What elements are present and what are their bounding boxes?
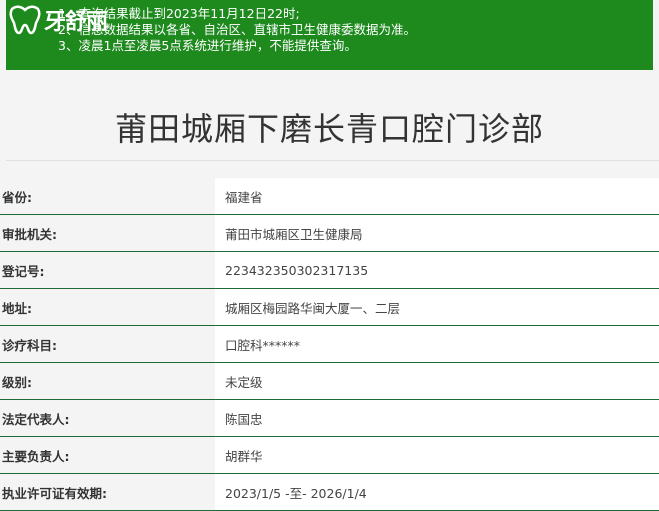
page-title: 莆田城厢下磨长青口腔门诊部 (114, 110, 544, 148)
notice-line-2: 2、信息数据结果以各省、自治区、直辖市卫生健康委数据为准。 (58, 22, 416, 37)
info-value: 2023/1/5 -至- 2026/1/4 (215, 474, 659, 510)
info-row-province: 省份: 福建省 (0, 178, 659, 215)
info-label: 诊疗科目: (0, 326, 215, 362)
tooth-icon (9, 5, 41, 35)
info-row-departments: 诊疗科目: 口腔科****** (0, 326, 659, 363)
info-value: 城厢区梅园路华闽大厦一、二层 (215, 289, 659, 325)
info-label: 审批机关: (0, 215, 215, 251)
info-value: 胡群华 (215, 437, 659, 473)
title-divider (6, 160, 659, 161)
info-row-level: 级别: 未定级 (0, 363, 659, 400)
info-row-principal: 主要负责人: 胡群华 (0, 437, 659, 474)
logo-text: 牙舒丽 (44, 9, 108, 35)
info-row-legal-representative: 法定代表人: 陈国忠 (0, 400, 659, 437)
site-logo[interactable]: 牙舒丽 (8, 3, 108, 37)
info-label: 登记号: (0, 252, 215, 288)
info-label: 级别: (0, 363, 215, 399)
notice-line-1: 1、查询结果截止到2023年11月12日22时; (58, 6, 300, 21)
info-label: 执业许可证有效期: (0, 474, 215, 510)
info-value: 223432350302317135 (215, 252, 659, 288)
info-label: 地址: (0, 289, 215, 325)
info-row-registration-number: 登记号: 223432350302317135 (0, 252, 659, 289)
info-value: 口腔科****** (215, 326, 659, 362)
info-value: 陈国忠 (215, 400, 659, 436)
info-row-approval-authority: 审批机关: 莆田市城厢区卫生健康局 (0, 215, 659, 252)
info-value: 莆田市城厢区卫生健康局 (215, 215, 659, 251)
info-row-address: 地址: 城厢区梅园路华闽大厦一、二层 (0, 289, 659, 326)
info-value: 未定级 (215, 363, 659, 399)
info-label: 省份: (0, 178, 215, 214)
notice-line-3: 3、凌晨1点至凌晨5点系统进行维护，不能提供查询。 (58, 38, 357, 53)
info-label: 法定代表人: (0, 400, 215, 436)
clinic-info-table: 省份: 福建省 审批机关: 莆田市城厢区卫生健康局 登记号: 223432350… (0, 178, 659, 511)
info-row-license-validity: 执业许可证有效期: 2023/1/5 -至- 2026/1/4 (0, 474, 659, 511)
info-value: 福建省 (215, 178, 659, 214)
info-label: 主要负责人: (0, 437, 215, 473)
